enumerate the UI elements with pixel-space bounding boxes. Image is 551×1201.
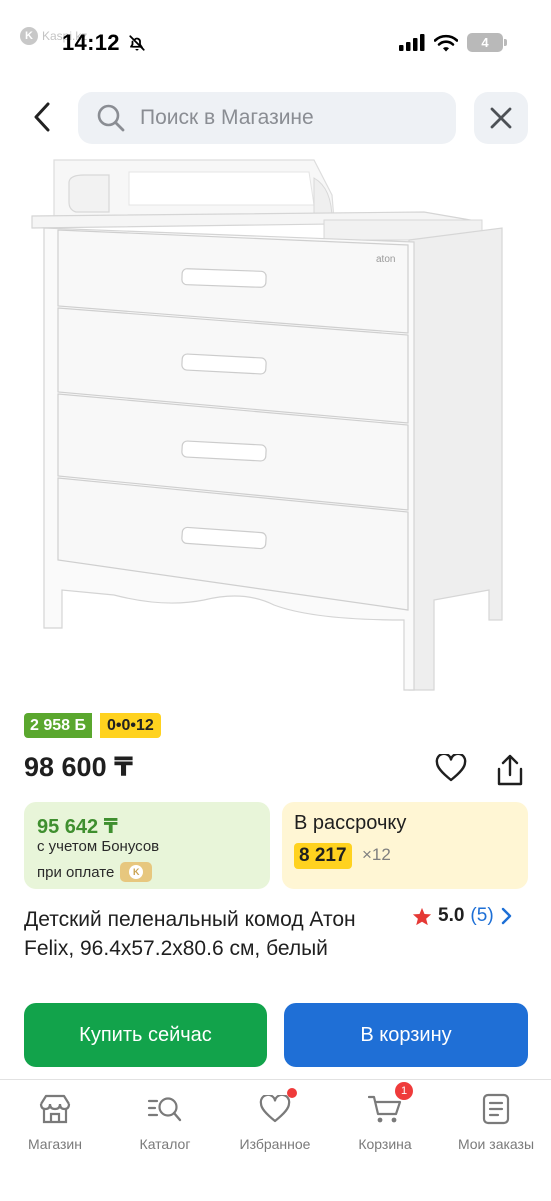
- catalog-icon: [147, 1092, 183, 1126]
- coin-letter: K: [129, 865, 144, 879]
- installment-card[interactable]: В рассрочку 8 217 ×12: [282, 802, 528, 889]
- kaspi-coin-icon: K: [120, 862, 153, 882]
- status-indicators: 4: [399, 33, 507, 52]
- nav-label-cart: Корзина: [358, 1136, 412, 1152]
- star-icon: [412, 907, 432, 925]
- search-input[interactable]: [140, 106, 430, 130]
- nav-item-favorites[interactable]: Избранное: [225, 1088, 325, 1152]
- nav-item-catalog[interactable]: Каталог: [115, 1092, 215, 1152]
- installment-multiplier: ×12: [362, 845, 391, 864]
- product-price: 98 600 ₸: [24, 752, 133, 782]
- add-to-cart-button[interactable]: В корзину: [284, 1003, 528, 1067]
- close-button[interactable]: [474, 92, 528, 144]
- product-image[interactable]: aton: [14, 150, 524, 695]
- nav-label-catalog: Каталог: [139, 1136, 191, 1152]
- installment-title: В рассрочку: [294, 812, 407, 834]
- store-icon: [37, 1092, 73, 1126]
- installment-amount: 8 217: [294, 843, 352, 869]
- bonus-line1: с учетом Бонусов: [37, 838, 160, 855]
- heart-icon: [257, 1088, 297, 1126]
- back-button[interactable]: [22, 94, 62, 140]
- battery-icon: 4: [467, 33, 507, 52]
- favorite-button[interactable]: [433, 750, 469, 786]
- favorites-dot: [287, 1088, 297, 1098]
- brand-mark: aton: [376, 254, 395, 265]
- share-button[interactable]: [492, 750, 528, 790]
- battery-level: 4: [481, 35, 489, 50]
- bonus-price: 95 642 ₸: [37, 816, 118, 838]
- search-icon: [96, 103, 126, 133]
- share-icon: [497, 754, 523, 786]
- nav-item-store[interactable]: Магазин: [5, 1092, 105, 1152]
- bonus-price-card[interactable]: 95 642 ₸ с учетом Бонусов при оплате K: [24, 802, 270, 889]
- close-icon: [490, 107, 512, 129]
- bonus-badge: 2 958 Б: [24, 713, 92, 738]
- product-title: Детский пеленальный комод Атон Felix, 96…: [24, 908, 356, 960]
- bell-off-icon: [129, 35, 145, 51]
- bonus-line2: при оплате: [37, 863, 115, 881]
- bonus-line2-row: при оплате K: [37, 862, 153, 882]
- chevron-left-icon: [34, 102, 50, 132]
- nav-label-store: Магазин: [27, 1136, 82, 1152]
- kaspi-logo-icon: K: [20, 27, 38, 45]
- buy-now-button[interactable]: Купить сейчас: [24, 1003, 267, 1067]
- nav-label-favorites: Избранное: [239, 1136, 311, 1152]
- product-rating[interactable]: 5.0 (5): [412, 905, 512, 927]
- orders-icon: [478, 1092, 514, 1126]
- heart-icon: [435, 754, 467, 782]
- rating-score: 5.0: [438, 905, 465, 926]
- wifi-icon: [434, 34, 458, 51]
- chevron-right-icon: [501, 907, 511, 925]
- signal-icon: [399, 34, 425, 51]
- cart-count-badge: 1: [395, 1082, 413, 1100]
- nav-item-cart[interactable]: 1 Корзина: [335, 1082, 435, 1152]
- search-bar[interactable]: [78, 92, 456, 144]
- status-time-text: 14:12: [62, 30, 120, 55]
- rating-count[interactable]: (5): [470, 905, 493, 927]
- nav-label-orders: Мои заказы: [457, 1136, 535, 1152]
- cart-icon: 1: [367, 1082, 413, 1126]
- nav-item-orders[interactable]: Мои заказы: [446, 1092, 546, 1152]
- bottom-nav: Магазин Каталог Избранное 1 Корзина Мои …: [0, 1079, 551, 1201]
- installment-badge: 0•0•12: [100, 713, 161, 738]
- status-time: 14:12: [62, 30, 146, 56]
